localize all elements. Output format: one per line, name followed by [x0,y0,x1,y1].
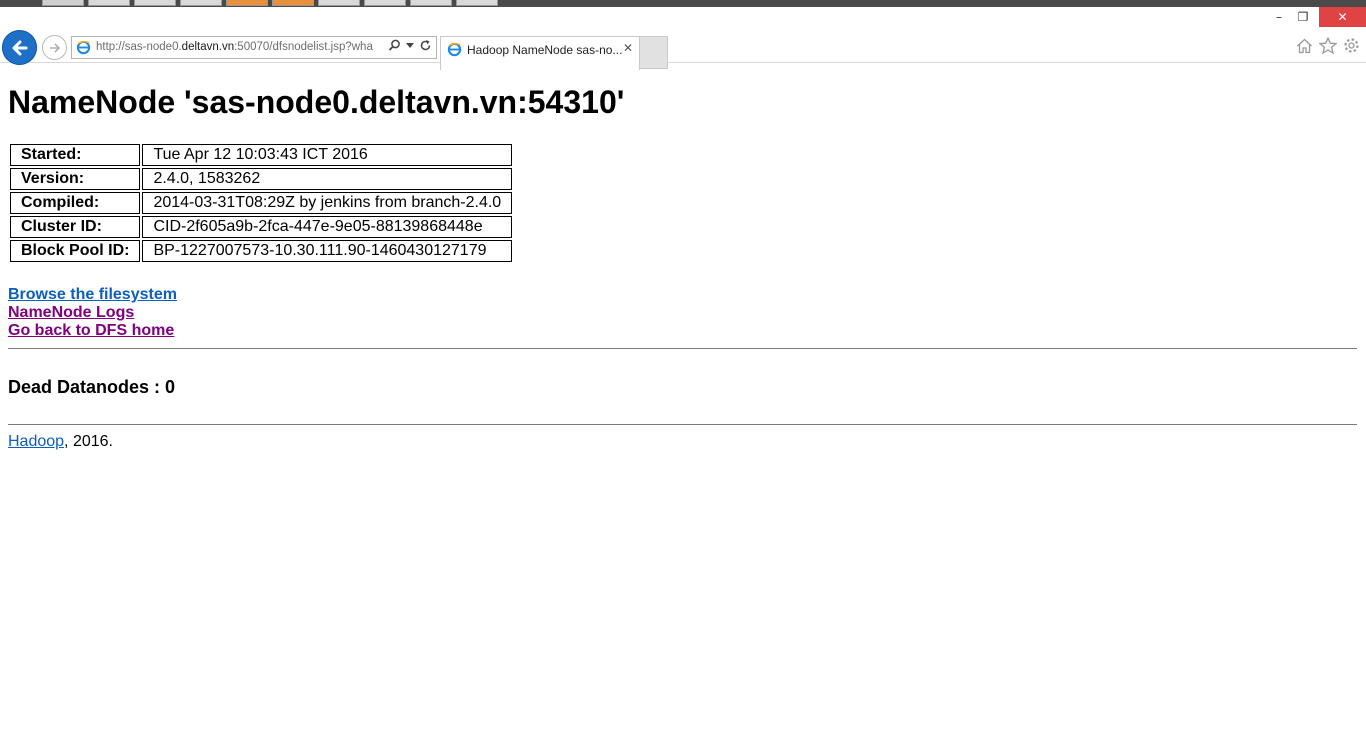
info-label: Version: [10,168,141,190]
table-row: Cluster ID: CID-2f605a9b-2fca-447e-9e05-… [10,216,513,238]
close-window-button[interactable]: ✕ [1319,7,1366,27]
info-label: Block Pool ID: [10,240,141,262]
tab-title: Hadoop NameNode sas-no... [467,43,622,57]
browser-toolbar-icons [1296,37,1360,54]
browser-chrome: – ❐ ✕ http://sas-node0.deltavn.vn:50070/… [0,7,1366,70]
info-label: Compiled: [10,192,141,214]
divider [8,424,1357,425]
back-arrow-icon [12,40,27,55]
info-value: BP-1227007573-10.30.111.90-1460430127179 [142,240,513,262]
refresh-icon[interactable] [419,39,432,52]
taskbar-thumb[interactable] [364,0,406,6]
restore-icon: ❐ [1297,10,1309,24]
taskbar-thumb[interactable] [318,0,360,6]
taskbar-thumb[interactable] [410,0,452,6]
table-row: Started: Tue Apr 12 10:03:43 ICT 2016 [10,144,513,166]
settings-gear-icon[interactable] [1343,37,1360,54]
taskbar-thumb[interactable] [88,0,130,6]
hadoop-link[interactable]: Hadoop [8,433,64,450]
home-icon[interactable] [1296,38,1313,54]
forward-arrow-icon [49,42,60,53]
namenode-info-table: Started: Tue Apr 12 10:03:43 ICT 2016 Ve… [8,142,514,264]
page-title: NameNode 'sas-node0.deltavn.vn:54310' [8,84,625,120]
close-icon: ✕ [1337,10,1348,24]
close-tab-icon[interactable]: ✕ [623,41,633,55]
dropdown-arrow-icon[interactable] [406,42,414,49]
ie-tab-icon [447,42,462,57]
url-suffix: :50070/dfsnodelist.jsp?wha [234,41,373,53]
nav-links: Browse the filesystem NameNode Logs Go b… [8,286,177,340]
info-value: Tue Apr 12 10:03:43 ICT 2016 [142,144,513,166]
back-button[interactable] [2,30,37,65]
dead-datanodes-heading: Dead Datanodes : 0 [8,377,176,397]
favorites-star-icon[interactable] [1319,37,1337,54]
taskbar-thumb[interactable] [226,0,268,6]
address-tools [388,39,432,52]
new-tab-button[interactable] [639,36,668,69]
footer-text: , 2016. [64,433,113,450]
taskbar-thumb[interactable] [272,0,314,6]
info-label: Cluster ID: [10,216,141,238]
address-bar[interactable]: http://sas-node0.deltavn.vn:50070/dfsnod… [71,36,437,59]
divider [8,348,1357,349]
address-url[interactable]: http://sas-node0.deltavn.vn:50070/dfsnod… [96,41,381,53]
footer: Hadoop, 2016. [8,433,113,451]
info-value: 2.4.0, 1583262 [142,168,513,190]
table-row: Compiled: 2014-03-31T08:29Z by jenkins f… [10,192,513,214]
info-value: 2014-03-31T08:29Z by jenkins from branch… [142,192,513,214]
url-prefix: http://sas-node0. [96,41,182,53]
info-label: Started: [10,144,141,166]
taskbar-strip [0,0,1366,7]
info-value: CID-2f605a9b-2fca-447e-9e05-88139868448e [142,216,513,238]
dfs-home-link[interactable]: Go back to DFS home [8,322,177,340]
taskbar-thumb[interactable] [42,0,84,6]
table-row: Version: 2.4.0, 1583262 [10,168,513,190]
forward-button[interactable] [42,35,67,60]
search-icon[interactable] [388,39,401,52]
taskbar-thumb[interactable] [180,0,222,6]
ie-page-icon [76,40,91,55]
taskbar-thumb[interactable] [134,0,176,6]
namenode-logs-link[interactable]: NameNode Logs [8,304,177,322]
table-row: Block Pool ID: BP-1227007573-10.30.111.9… [10,240,513,262]
url-host: deltavn.vn [181,41,235,53]
taskbar-thumb[interactable] [456,0,498,6]
browse-filesystem-link[interactable]: Browse the filesystem [8,286,177,304]
tab-hadoop-namenode[interactable]: Hadoop NameNode sas-no... ✕ [440,36,640,70]
